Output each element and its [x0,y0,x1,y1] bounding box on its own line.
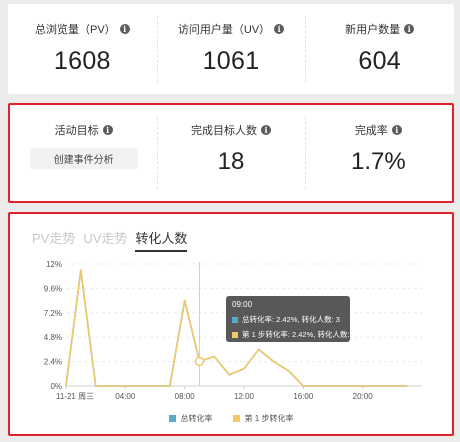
x-tick-label: 12:00 [234,392,255,401]
info-icon[interactable]: i [391,125,402,135]
stat-uv: 访问用户量（UV） i 1061 [156,4,306,94]
stat-uv-label: 访问用户量（UV） [177,24,271,36]
y-tick-label: 12% [46,260,62,269]
chart-legend: 总转化率 第 1 步转化率 [10,413,452,424]
goal-done-label: 完成目标人数 [190,125,257,137]
goal-rate-value: 1.7% [350,148,406,175]
goal-done: 完成目标人数 i 18 [157,105,304,201]
stat-new-users: 新用户数量 i 604 [305,4,454,94]
legend-item-step1-rate[interactable]: 第 1 步转化率 [232,413,294,424]
stat-pv-value: 1608 [53,47,111,75]
x-tick-label: 08:00 [175,392,196,401]
info-icon[interactable]: i [119,24,130,34]
chart-tooltip: 09:00 总转化率: 2.42%, 转化人数: 3 第 1 步转化率: 2.4… [226,296,356,342]
legend-swatch [168,415,176,422]
tooltip-row: 第 1 步转化率: 2.42%, 转化人数: 3 [232,329,356,340]
traffic-stats-card: 总浏览量（PV） i 1608 访问用户量（UV） i 1061 新用户数量 i 60… [8,4,454,94]
x-tick-label: 04:00 [115,392,136,401]
info-icon[interactable]: i [404,24,415,34]
goal-rate: 完成率 i 1.7% [304,105,452,201]
stat-uv-value: 1061 [202,47,260,75]
stat-pv: 总浏览量（PV） i 1608 [8,4,157,94]
stat-new-users-label: 新用户数量 [345,24,401,36]
stat-pv-label: 总浏览量（PV） [34,24,116,36]
y-tick-label: 7.2% [44,309,62,318]
goals-card: 活动目标 i 创建事件分析 完成目标人数 i 18 完成率 i 1.7% [8,103,454,203]
y-tick-label: 9.6% [44,284,62,293]
y-tick-label: 0% [50,382,62,391]
create-event-analysis-button[interactable]: 创建事件分析 [29,148,138,169]
goal-done-value: 18 [217,148,245,175]
tooltip-total-rate: 总转化率: 2.42%, 转化人数: 3 [242,315,340,324]
data-point [194,356,205,367]
legend-label: 第 1 步转化率 [244,414,294,423]
y-tick-label: 4.8% [44,333,62,342]
goal-rate-label: 完成率 [354,125,388,137]
tooltip-swatch [232,316,238,323]
x-tick-label: 16:00 [293,392,314,401]
tooltip-row: 总转化率: 2.42%, 转化人数: 3 [232,314,344,325]
goal-target-label: 活动目标 [54,125,99,137]
legend-swatch [232,415,240,422]
info-icon[interactable]: i [260,125,271,135]
info-icon[interactable]: i [102,125,113,135]
info-icon[interactable]: i [274,24,285,34]
stat-new-users-value: 604 [358,47,401,75]
tooltip-swatch [232,331,238,338]
y-tick-label: 2.4% [44,358,62,367]
legend-label: 总转化率 [180,414,213,423]
trend-card: PV走势 UV走势 转化人数 0% 2.4% 4.8% 7.2% 9.6% 12% 11-… [8,212,454,436]
tooltip-time: 09:00 [232,300,253,309]
x-tick-label: 11-21 周三 [56,392,94,401]
x-tick-label: 20:00 [353,392,374,401]
goal-target: 活动目标 i 创建事件分析 [10,105,157,201]
legend-item-total-rate[interactable]: 总转化率 [168,413,213,424]
tooltip-step1-rate: 第 1 步转化率: 2.42%, 转化人数: 3 [242,330,356,339]
